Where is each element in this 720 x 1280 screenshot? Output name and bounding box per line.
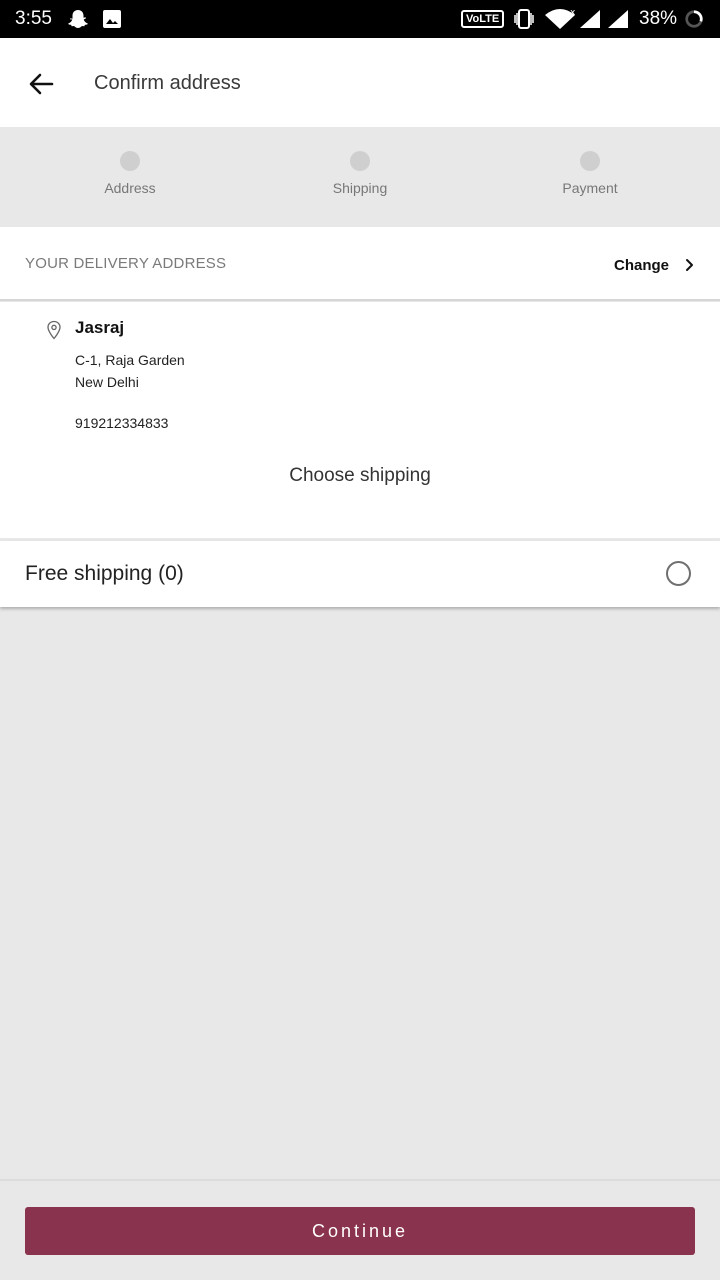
shipping-radio-button[interactable] — [666, 561, 691, 586]
phone-number: 919212334833 — [75, 415, 169, 431]
location-pin-icon — [47, 320, 61, 340]
step-label-shipping: Shipping — [332, 180, 388, 196]
address-line-1: C-1, Raja Garden — [75, 352, 185, 368]
continue-button[interactable]: Continue — [25, 1207, 695, 1255]
step-dot-payment — [580, 151, 600, 171]
step-dot-address — [120, 151, 140, 171]
svg-text:x: x — [570, 9, 576, 18]
shipping-option-label: Free shipping (0) — [25, 562, 184, 585]
status-time: 3:55 — [15, 8, 52, 29]
step-label-payment: Payment — [562, 180, 618, 196]
battery-icon — [685, 10, 703, 28]
volte-badge: VoLTE — [461, 10, 505, 28]
wifi-icon: x — [545, 9, 576, 29]
change-address-button[interactable]: Change — [614, 254, 701, 276]
change-label: Change — [614, 256, 670, 274]
step-label-address: Address — [104, 180, 156, 196]
back-button[interactable] — [20, 58, 62, 110]
choose-shipping-heading: Choose shipping — [289, 465, 431, 486]
gallery-icon — [103, 10, 121, 28]
step-dot-shipping — [350, 151, 370, 171]
delivery-address-title: YOUR DELIVERY ADDRESS — [25, 255, 227, 272]
address-line-2: New Delhi — [75, 374, 139, 390]
battery-percentage: 38% — [639, 8, 678, 29]
checkout-stepper — [0, 127, 720, 226]
signal-icon-2 — [608, 10, 628, 28]
recipient-name: Jasraj — [75, 318, 125, 337]
snapchat-icon — [68, 10, 88, 28]
chevron-right-icon — [686, 259, 694, 271]
page-title: Confirm address — [94, 72, 241, 94]
signal-icon — [580, 10, 600, 28]
vibrate-icon — [514, 9, 534, 29]
arrow-back-icon — [29, 73, 54, 95]
